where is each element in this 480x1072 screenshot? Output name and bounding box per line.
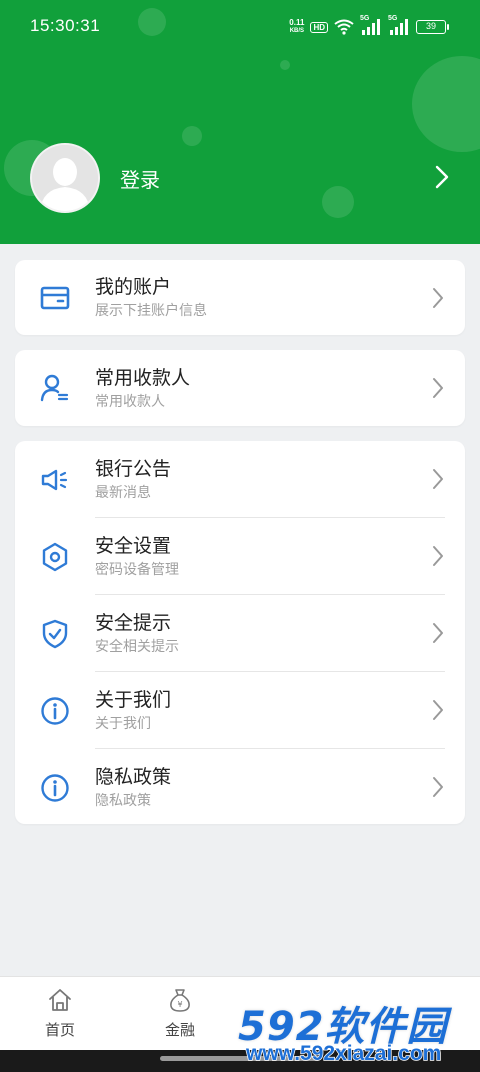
- row-title: 安全提示: [95, 612, 172, 634]
- row-title: 关于我们: [95, 689, 172, 711]
- row-icon-wrap: [15, 467, 95, 493]
- chevron-right-icon: [433, 469, 443, 489]
- row-text: 安全提示 安全相关提示: [95, 611, 465, 656]
- row-text: 常用收款人 常用收款人: [95, 366, 465, 411]
- row-icon-wrap: [15, 542, 95, 572]
- decor-bubble: [280, 60, 290, 70]
- login-row[interactable]: 登录: [30, 142, 450, 214]
- my-account-card[interactable]: 我的账户 展示下挂账户信息: [15, 260, 465, 335]
- hd-badge: HD: [310, 21, 328, 33]
- hexagon-settings-icon: [42, 542, 68, 571]
- megaphone-icon: [41, 469, 68, 490]
- nav-item-home[interactable]: 首页: [20, 987, 100, 1040]
- watermark-url: www.592xiazai.com: [245, 1041, 442, 1066]
- user-list-icon: [40, 374, 69, 402]
- chevron-right-icon: [433, 700, 443, 720]
- status-time: 15:30:31: [30, 16, 101, 35]
- row-text: 银行公告 最新消息: [95, 457, 465, 502]
- chevron-right-icon: [433, 288, 443, 308]
- watermark: 592软件园 www.592xiazai.com: [237, 994, 480, 1072]
- row-text: 安全设置 密码设备管理: [95, 534, 465, 579]
- cell-signal-1: 5G: [360, 15, 382, 36]
- svg-text:¥: ¥: [177, 1000, 182, 1009]
- signal-bars-icon: [390, 19, 408, 35]
- info-icon: [41, 696, 69, 725]
- status-icons: 0.11 KB/S HD 5G 5G 39: [289, 15, 449, 38]
- chevron-right-icon[interactable]: [434, 164, 450, 190]
- chevron-right-icon: [433, 777, 443, 797]
- row-title: 银行公告: [95, 458, 172, 480]
- row-subtitle: 安全相关提示: [95, 639, 179, 655]
- wallet-icon: [40, 286, 70, 309]
- menu-item-privacy-policy[interactable]: 隐私政策 隐私政策: [15, 749, 465, 826]
- payee-row[interactable]: 常用收款人 常用收款人: [15, 350, 465, 426]
- chevron-right-icon: [433, 378, 443, 398]
- menu-item-security-settings[interactable]: 安全设置 密码设备管理: [15, 518, 465, 595]
- user-silhouette-icon: [32, 145, 98, 211]
- row-text: 关于我们 关于我们: [95, 688, 465, 733]
- menu-item-security-tips[interactable]: 安全提示 安全相关提示: [15, 595, 465, 672]
- info-icon: [41, 773, 69, 802]
- profile-header: 15:30:31 0.11 KB/S HD 5G 5G 39 登录: [0, 0, 480, 244]
- row-subtitle: 关于我们: [95, 716, 151, 732]
- row-text: 我的账户 展示下挂账户信息: [95, 275, 465, 320]
- nav-label: 首页: [44, 1021, 75, 1039]
- row-icon-wrap: [15, 773, 95, 803]
- row-title: 我的账户: [95, 276, 172, 298]
- signal-bars-icon: [362, 19, 380, 35]
- row-subtitle: 常用收款人: [95, 393, 165, 410]
- my-account-row[interactable]: 我的账户 展示下挂账户信息: [15, 260, 465, 335]
- row-icon-wrap: [15, 619, 95, 649]
- payee-card[interactable]: 常用收款人 常用收款人: [15, 350, 465, 426]
- home-icon: [49, 989, 71, 1011]
- row-icon-wrap: [15, 696, 95, 726]
- row-title: 常用收款人: [95, 366, 191, 389]
- network-speed-value: 0.11: [289, 18, 305, 27]
- menu-item-bank-notice[interactable]: 银行公告 最新消息: [15, 441, 465, 518]
- money-bag-icon: ¥: [170, 989, 190, 1012]
- nav-label: 金融: [164, 1021, 195, 1039]
- row-text: 隐私政策 隐私政策: [95, 765, 465, 810]
- row-icon-wrap: [15, 285, 95, 311]
- row-title: 安全设置: [95, 535, 172, 557]
- chevron-right-icon: [433, 546, 443, 566]
- decor-bubble: [412, 56, 480, 152]
- menu-item-about-us[interactable]: 关于我们 关于我们: [15, 672, 465, 749]
- status-bar: 15:30:31 0.11 KB/S HD 5G 5G 39: [0, 0, 480, 56]
- row-subtitle: 展示下挂账户信息: [95, 303, 207, 319]
- login-label[interactable]: 登录: [120, 164, 160, 193]
- avatar[interactable]: [30, 143, 100, 213]
- row-subtitle: 密码设备管理: [95, 562, 179, 578]
- network-speed-unit: KB/S: [289, 28, 305, 34]
- battery-indicator: 39: [416, 20, 449, 34]
- nav-item-finance[interactable]: ¥ 金融: [140, 987, 220, 1040]
- network-speed: 0.11 KB/S: [289, 19, 304, 35]
- row-subtitle: 最新消息: [95, 485, 151, 501]
- row-title: 隐私政策: [95, 766, 172, 788]
- shield-check-icon: [42, 619, 68, 648]
- row-icon-wrap: [15, 373, 95, 403]
- wifi-icon: [334, 19, 354, 35]
- row-subtitle: 隐私政策: [95, 793, 151, 809]
- chevron-right-icon: [433, 623, 443, 643]
- cell-signal-2: 5G: [388, 15, 410, 36]
- menu-card: 银行公告 最新消息 安全设置 密码设备管理 安全提示 安全相关提示 关于我们 关…: [15, 441, 465, 824]
